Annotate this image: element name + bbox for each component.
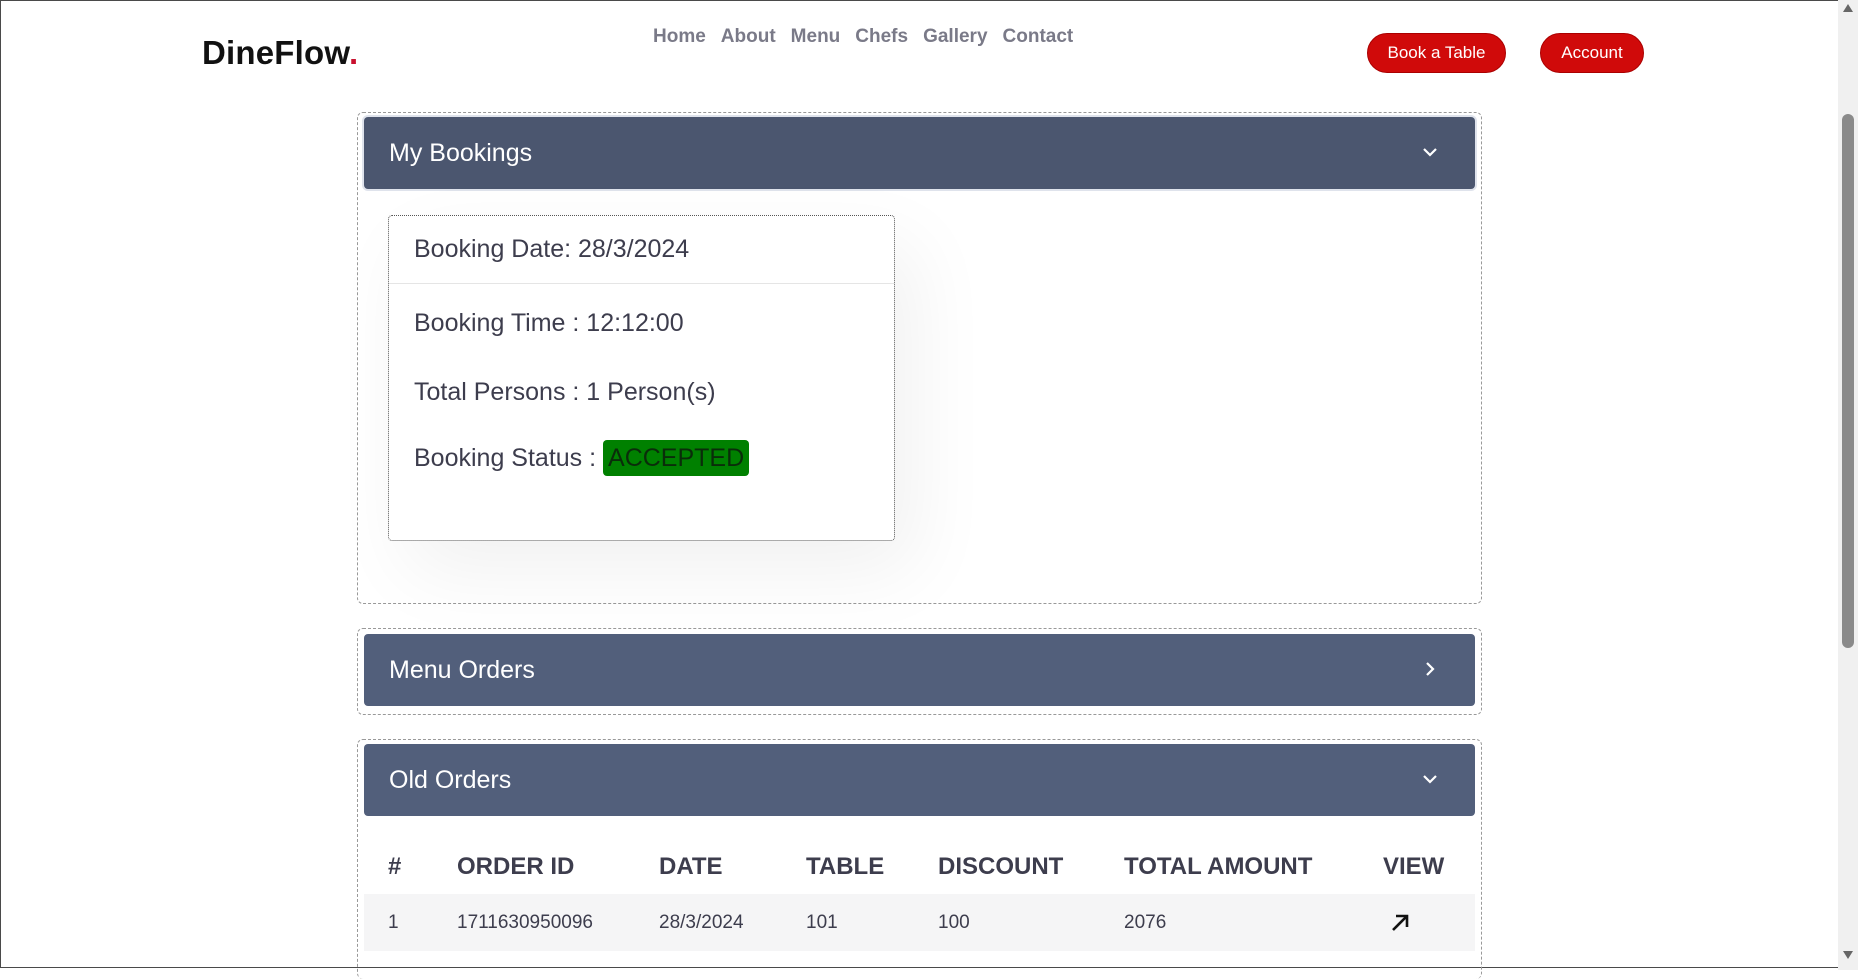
chevron-right-icon [1426,662,1435,676]
menu-orders-title: Menu Orders [389,655,535,684]
table-row: 1 1711630950096 28/3/2024 101 100 2076 [364,894,1475,951]
brand-name: DineFlow [202,34,350,71]
old-orders-section: Old Orders # ORDER ID DATE TABLE DISCOUN… [357,739,1482,979]
bookings-title: My Bookings [389,138,533,167]
col-view: VIEW [1383,853,1445,880]
nav-about[interactable]: About [721,26,776,48]
row-number: 1 [388,911,399,933]
brand-logo[interactable]: DineFlow. [202,34,358,72]
orders-table: # ORDER ID DATE TABLE DISCOUNT TOTAL AMO… [364,840,1475,951]
booking-status-label: Booking Status : [414,444,604,472]
booking-persons: Total Persons : 1 Person(s) [414,378,716,406]
col-total-amount: TOTAL AMOUNT [1124,853,1313,880]
booking-status: Booking Status : ACCEPTED [414,440,750,476]
main-nav: Home About Menu Chefs Gallery Contact [653,26,1088,48]
chevron-down-icon [1423,148,1437,157]
col-discount: DISCOUNT [938,853,1064,880]
col-date: DATE [659,853,723,880]
nav-menu[interactable]: Menu [791,26,841,48]
table-header: # ORDER ID DATE TABLE DISCOUNT TOTAL AMO… [364,840,1475,894]
col-table: TABLE [806,853,885,880]
scroll-down-icon[interactable] [1843,951,1853,959]
arrow-up-right-icon [1392,914,1409,931]
booking-time: Booking Time : 12:12:00 [414,309,684,337]
row-table: 101 [806,911,838,933]
old-orders-header[interactable]: Old Orders [364,744,1475,816]
menu-orders-section: Menu Orders [357,628,1482,715]
nav-gallery[interactable]: Gallery [923,26,987,48]
old-orders-title: Old Orders [389,765,512,794]
view-order-button[interactable] [1388,894,1412,951]
bookings-header[interactable]: My Bookings [364,117,1475,189]
bookings-section: My Bookings Booking Date: 28/3/2024 Book… [357,112,1482,604]
scrollbar[interactable] [1838,0,1858,970]
scroll-up-icon[interactable] [1843,4,1853,12]
account-button[interactable]: Account [1540,33,1644,73]
nav-home[interactable]: Home [653,26,706,48]
booking-card: Booking Date: 28/3/2024 Booking Time : 1… [388,215,895,541]
row-discount: 100 [938,911,970,933]
nav-chefs[interactable]: Chefs [855,26,908,48]
chevron-down-icon [1423,775,1437,784]
scroll-thumb[interactable] [1842,114,1854,648]
brand-dot: . [349,34,359,71]
row-total: 2076 [1124,911,1167,933]
book-table-button[interactable]: Book a Table [1367,33,1506,73]
menu-orders-header[interactable]: Menu Orders [364,634,1475,706]
booking-date: Booking Date: 28/3/2024 [389,216,894,284]
row-date: 28/3/2024 [659,911,744,933]
status-badge: ACCEPTED [603,440,750,476]
nav-contact[interactable]: Contact [1003,26,1074,48]
col-number: # [388,853,402,880]
row-order-id: 1711630950096 [457,911,593,933]
col-order-id: ORDER ID [457,853,575,880]
